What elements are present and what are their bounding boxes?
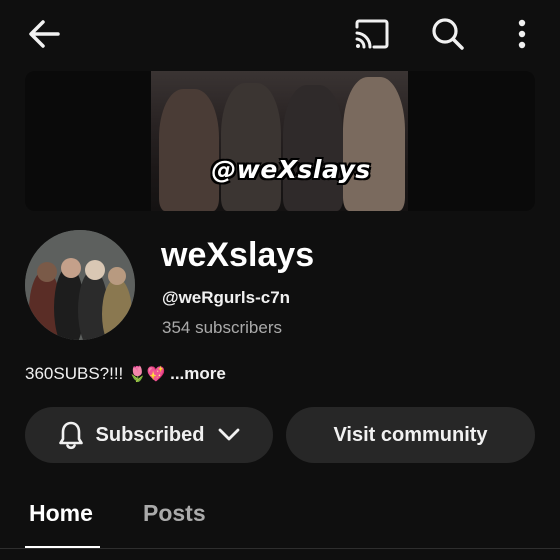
arrow-left-icon <box>29 20 60 48</box>
avatar-image <box>25 230 135 340</box>
more-vertical-icon <box>518 19 526 49</box>
tab-home[interactable]: Home <box>29 500 93 527</box>
subscribed-label: Subscribed <box>95 423 205 446</box>
chevron-down-icon <box>218 428 240 442</box>
tab-divider <box>0 548 560 549</box>
banner-figure <box>159 89 219 211</box>
channel-name: weXslays <box>161 236 315 274</box>
visit-community-button[interactable]: Visit community <box>286 407 535 463</box>
tab-posts[interactable]: Posts <box>143 500 206 527</box>
subscriber-count: 354 subscribers <box>162 318 283 337</box>
banner-handle-text: @weXslays <box>211 154 371 184</box>
channel-avatar[interactable] <box>25 230 135 340</box>
top-app-bar <box>0 0 560 70</box>
more-options-button[interactable] <box>502 14 542 54</box>
banner-figure <box>221 83 281 211</box>
channel-banner: @weXslays <box>25 71 535 211</box>
search-button[interactable] <box>426 14 470 54</box>
back-button[interactable] <box>22 14 66 54</box>
banner-figure <box>283 85 343 211</box>
banner-image: @weXslays <box>151 71 408 211</box>
search-icon <box>432 18 464 50</box>
channel-handle: @weRgurls-c7n <box>162 288 291 307</box>
description-emojis: 🌷💖 <box>128 366 166 383</box>
banner-figure <box>343 77 405 211</box>
channel-description[interactable]: 360SUBS?!!! 🌷💖 ...more <box>25 364 226 384</box>
cast-button[interactable] <box>350 14 394 54</box>
description-text: 360SUBS?!!! <box>25 364 124 383</box>
cast-icon <box>355 19 389 49</box>
subscribed-button[interactable]: Subscribed <box>25 407 273 463</box>
description-more-link[interactable]: ...more <box>170 364 226 383</box>
bell-icon <box>58 420 84 450</box>
visit-community-label: Visit community <box>333 423 488 446</box>
